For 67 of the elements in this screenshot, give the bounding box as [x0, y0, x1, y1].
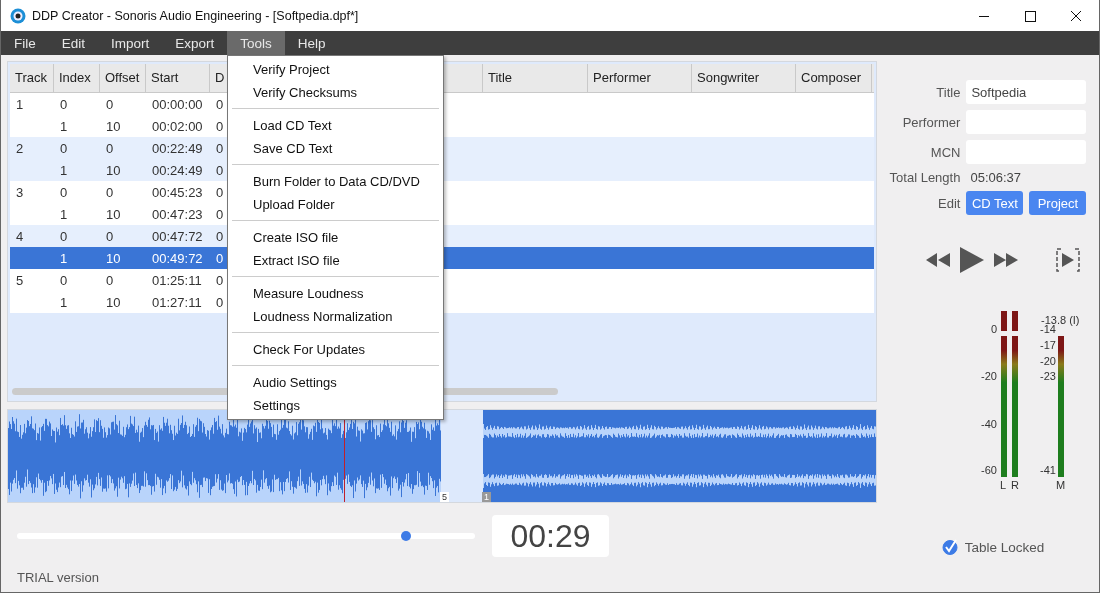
- meter-scale-label: -23: [1039, 370, 1056, 382]
- field-label: MCN: [929, 144, 961, 160]
- meter-scale-label: -20: [980, 370, 997, 382]
- table-cell: 0: [216, 228, 224, 244]
- table-cell: 0: [216, 96, 224, 112]
- meter-scale-label: -41: [1039, 464, 1056, 476]
- table-cell: 0: [106, 184, 114, 200]
- table-cell: 00:02:00: [152, 118, 203, 134]
- table-cell: 5: [16, 272, 24, 288]
- table-cell: 0: [60, 228, 68, 244]
- table-cell: 0: [216, 162, 224, 178]
- table-cell: 3: [16, 184, 24, 200]
- table-cell: 1: [60, 206, 68, 222]
- table-cell: 00:47:23: [152, 206, 203, 222]
- meter-scale-label: -60: [980, 464, 997, 476]
- field-label: Performer: [901, 114, 961, 130]
- meter-scale-label: 0: [989, 323, 997, 335]
- table-cell: 0: [216, 206, 224, 222]
- table-cell: 0: [216, 272, 224, 288]
- table-cell: 4: [16, 228, 24, 244]
- table-cell: 0: [106, 140, 114, 156]
- table-cell: 0: [60, 140, 68, 156]
- table-cell: 0: [106, 272, 114, 288]
- table-cell: 00:45:23: [152, 184, 203, 200]
- field-label: Total Length: [889, 170, 961, 185]
- table-cell: 0: [216, 118, 224, 134]
- channel-label: M: [1056, 479, 1066, 491]
- channel-label: L: [1000, 479, 1007, 491]
- table-cell: 10: [106, 118, 121, 134]
- table-cell: 00:22:49: [152, 140, 203, 156]
- meter-scale-label: -14: [1039, 323, 1056, 335]
- field-label: Title: [935, 84, 961, 100]
- table-cell: 0: [216, 184, 224, 200]
- table-cell: 10: [106, 162, 121, 178]
- meter-scale-label: -40: [980, 418, 997, 430]
- field-label: Edit: [937, 195, 961, 211]
- table-cell: 1: [60, 162, 68, 178]
- table-cell: 01:27:11: [152, 294, 202, 310]
- table-cell: 01:25:11: [152, 272, 202, 288]
- table-cell: 00:47:72: [152, 228, 203, 244]
- table-cell: 0: [216, 140, 224, 156]
- time-display: 00:29: [492, 515, 609, 557]
- meter-scale-label: -20: [1039, 355, 1056, 367]
- table-cell: 0: [60, 184, 68, 200]
- table-cell: 2: [16, 140, 24, 156]
- table-cell: 0: [106, 96, 114, 112]
- channel-label: R: [1011, 479, 1019, 491]
- table-cell: 10: [106, 206, 121, 222]
- table-cell: 1: [16, 96, 24, 112]
- table-cell: 10: [106, 294, 121, 310]
- table-cell: 0: [106, 228, 114, 244]
- table-cell: 1: [60, 294, 68, 310]
- table-cell: 0: [60, 96, 68, 112]
- meter-scale-label: -17: [1039, 339, 1056, 351]
- table-cell: 0: [60, 272, 68, 288]
- table-cell: 0: [216, 250, 224, 266]
- table-cell: 00:24:49: [152, 162, 203, 178]
- table-cell: 00:49:72: [152, 250, 203, 266]
- table-cell: 0: [216, 294, 224, 310]
- total-length-value: 05:06:37: [969, 170, 1023, 185]
- status-text: TRIAL version: [17, 570, 100, 585]
- table-cell: 1: [60, 118, 68, 134]
- table-cell: 00:00:00: [152, 96, 203, 112]
- window-title: DDP Creator - Sonoris Audio Engineering - [Softpedia.dpf*]: [32, 8, 360, 23]
- loudness-reading: -13.8 (I): [1041, 314, 1080, 326]
- table-cell: 1: [60, 250, 68, 266]
- table-cell: 10: [106, 250, 121, 266]
